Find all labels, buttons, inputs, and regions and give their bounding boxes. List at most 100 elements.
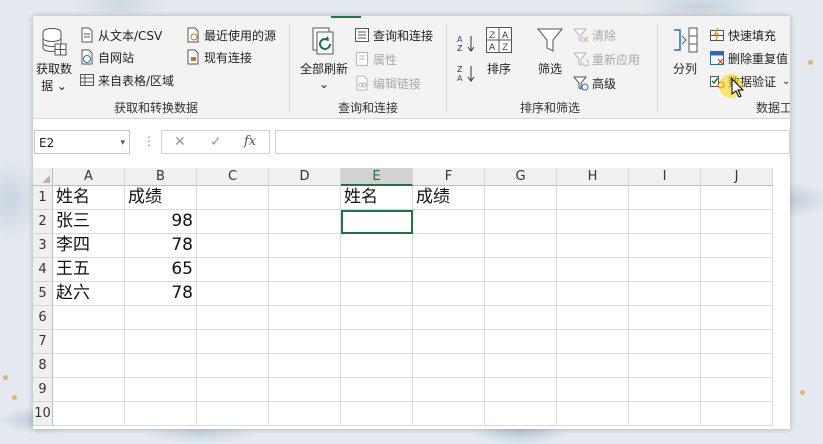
- get-data-button[interactable]: 获取数 据 ⌄: [35, 26, 73, 94]
- cell-g10[interactable]: [485, 402, 557, 426]
- clear-filter-button[interactable]: 清除: [572, 25, 616, 45]
- cell-g1[interactable]: [485, 186, 557, 210]
- column-header-b[interactable]: B: [125, 168, 197, 186]
- row-header-10[interactable]: 10: [33, 402, 53, 426]
- cell-g5[interactable]: [485, 282, 557, 306]
- row-header-8[interactable]: 8: [33, 354, 53, 378]
- cell-g7[interactable]: [485, 330, 557, 354]
- cell-a6[interactable]: [53, 306, 125, 330]
- advanced-filter-button[interactable]: 高级: [572, 73, 616, 93]
- text-to-columns-button[interactable]: 分列: [666, 26, 704, 77]
- from-text-csv-button[interactable]: 从文本/CSV: [79, 25, 162, 45]
- cell-c9[interactable]: [197, 378, 269, 402]
- reapply-button[interactable]: 重新应用: [572, 49, 640, 69]
- cell-h9[interactable]: [557, 378, 629, 402]
- column-header-f[interactable]: F: [413, 168, 485, 186]
- cell-i7[interactable]: [629, 330, 701, 354]
- cell-h6[interactable]: [557, 306, 629, 330]
- cell-b10[interactable]: [125, 402, 197, 426]
- cell-d3[interactable]: [269, 234, 341, 258]
- cell-i9[interactable]: [629, 378, 701, 402]
- cell-d10[interactable]: [269, 402, 341, 426]
- cell-f9[interactable]: [413, 378, 485, 402]
- cell-h2[interactable]: [557, 210, 629, 234]
- cell-g4[interactable]: [485, 258, 557, 282]
- cell-c8[interactable]: [197, 354, 269, 378]
- cell-f6[interactable]: [413, 306, 485, 330]
- cell-j9[interactable]: [701, 378, 773, 402]
- formula-bar-grip-icon[interactable]: ⋮: [143, 134, 155, 148]
- cell-i4[interactable]: [629, 258, 701, 282]
- cell-c2[interactable]: [197, 210, 269, 234]
- cell-a5[interactable]: 赵六: [53, 282, 125, 306]
- cell-e9[interactable]: [341, 378, 413, 402]
- queries-connections-button[interactable]: 查询和连接: [354, 25, 433, 45]
- cell-b2[interactable]: 98: [125, 210, 197, 234]
- cell-i3[interactable]: [629, 234, 701, 258]
- insert-function-icon[interactable]: fx: [244, 134, 256, 149]
- row-header-7[interactable]: 7: [33, 330, 53, 354]
- cell-d7[interactable]: [269, 330, 341, 354]
- cell-d1[interactable]: [269, 186, 341, 210]
- cell-c7[interactable]: [197, 330, 269, 354]
- name-box[interactable]: E2 ▾: [34, 130, 130, 154]
- cell-j6[interactable]: [701, 306, 773, 330]
- cell-g2[interactable]: [485, 210, 557, 234]
- refresh-all-button[interactable]: 全部刷新 ⌄: [299, 26, 349, 91]
- column-header-c[interactable]: C: [197, 168, 269, 186]
- name-box-dropdown-icon[interactable]: ▾: [120, 131, 125, 155]
- sort-za-button[interactable]: ZA: [457, 63, 480, 83]
- cell-i6[interactable]: [629, 306, 701, 330]
- cell-f5[interactable]: [413, 282, 485, 306]
- from-table-range-button[interactable]: 来自表格/区域: [79, 70, 174, 90]
- cell-j2[interactable]: [701, 210, 773, 234]
- recent-sources-button[interactable]: 最近使用的源: [185, 25, 276, 45]
- cell-e1[interactable]: 姓名: [341, 186, 413, 210]
- cell-i8[interactable]: [629, 354, 701, 378]
- cell-i1[interactable]: [629, 186, 701, 210]
- cell-a4[interactable]: 王五: [53, 258, 125, 282]
- cell-e3[interactable]: [341, 234, 413, 258]
- cell-h10[interactable]: [557, 402, 629, 426]
- cell-i5[interactable]: [629, 282, 701, 306]
- enter-icon[interactable]: ✓: [210, 134, 222, 150]
- row-header-6[interactable]: 6: [33, 306, 53, 330]
- cell-a2[interactable]: 张三: [53, 210, 125, 234]
- cell-j5[interactable]: [701, 282, 773, 306]
- column-header-g[interactable]: G: [485, 168, 557, 186]
- cell-c6[interactable]: [197, 306, 269, 330]
- properties-button[interactable]: 属性: [354, 49, 397, 69]
- cell-b1[interactable]: 成绩: [125, 186, 197, 210]
- cell-f3[interactable]: [413, 234, 485, 258]
- cell-g8[interactable]: [485, 354, 557, 378]
- cell-h5[interactable]: [557, 282, 629, 306]
- cell-h8[interactable]: [557, 354, 629, 378]
- sort-az-button[interactable]: AZ: [457, 33, 480, 53]
- cancel-icon[interactable]: ✕: [174, 134, 186, 150]
- cell-j7[interactable]: [701, 330, 773, 354]
- existing-connections-button[interactable]: 现有连接: [185, 47, 252, 67]
- row-header-5[interactable]: 5: [33, 282, 53, 306]
- cell-f1[interactable]: 成绩: [413, 186, 485, 210]
- formula-input[interactable]: [275, 130, 790, 154]
- cell-g6[interactable]: [485, 306, 557, 330]
- select-all-button[interactable]: [33, 168, 53, 186]
- row-header-4[interactable]: 4: [33, 258, 53, 282]
- column-header-h[interactable]: H: [557, 168, 629, 186]
- cell-c1[interactable]: [197, 186, 269, 210]
- cell-a3[interactable]: 李四: [53, 234, 125, 258]
- cell-a7[interactable]: [53, 330, 125, 354]
- cell-b7[interactable]: [125, 330, 197, 354]
- cell-e6[interactable]: [341, 306, 413, 330]
- cell-c10[interactable]: [197, 402, 269, 426]
- row-header-2[interactable]: 2: [33, 210, 53, 234]
- cell-g3[interactable]: [485, 234, 557, 258]
- cell-d2[interactable]: [269, 210, 341, 234]
- row-header-1[interactable]: 1: [33, 186, 53, 210]
- remove-duplicates-button[interactable]: 删除重复值: [709, 48, 788, 68]
- cell-f10[interactable]: [413, 402, 485, 426]
- cell-b6[interactable]: [125, 306, 197, 330]
- column-header-j[interactable]: J: [701, 168, 773, 186]
- cell-c3[interactable]: [197, 234, 269, 258]
- cell-c5[interactable]: [197, 282, 269, 306]
